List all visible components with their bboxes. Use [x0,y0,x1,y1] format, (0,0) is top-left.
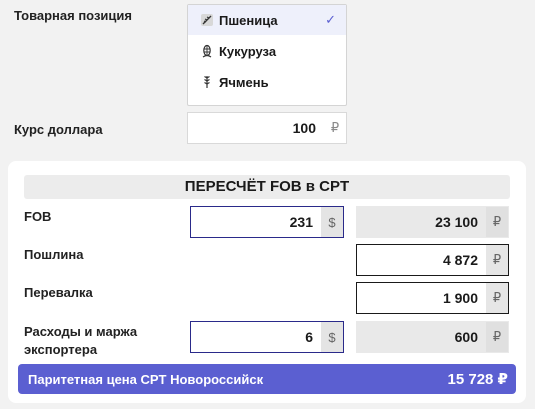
commodity-option-corn[interactable]: Кукуруза [188,36,346,66]
margin-rub-output: 600 ₽ [356,321,509,353]
margin-input-value: 6 [305,329,313,345]
barley-icon [200,75,214,89]
currency-rub-label: ₽ [486,322,508,352]
recalc-title: ПЕРЕСЧЁТ FOB в CPT [24,175,510,199]
corn-icon [200,44,214,58]
transshipment-value: 1 900 [442,290,478,306]
fob-input-value: 231 [289,214,313,230]
commodity-option-wheat[interactable]: Пшеница ✓ [188,5,346,35]
commodity-label: Товарная позиция [14,8,132,23]
currency-usd-label: $ [321,207,343,237]
transshipment-label: Перевалка [24,285,93,300]
commodity-option-barley[interactable]: Ячмень [188,67,346,97]
currency-usd-label: $ [321,322,343,352]
duty-label: Пошлина [24,247,84,262]
parity-price-value: 15 728 ₽ [447,371,508,388]
margin-label-line1: Расходы и маржа [24,324,138,339]
exchange-rate-label: Курс доллара [14,122,103,137]
margin-input[interactable]: 6 $ [190,321,344,353]
commodity-option-label: Пшеница [219,12,278,28]
check-icon: ✓ [325,12,336,27]
commodity-dropdown[interactable]: Пшеница ✓ Кукуруза Ячмень [187,4,347,106]
fob-rub-value: 23 100 [435,214,478,230]
commodity-option-label: Кукуруза [219,43,277,59]
fob-input[interactable]: 231 $ [190,206,344,238]
transshipment-output[interactable]: 1 900 ₽ [356,282,509,314]
currency-rub-label: ₽ [486,283,508,313]
margin-label-line2: экспортера [24,342,98,357]
currency-rub-label: ₽ [330,120,340,135]
exchange-rate-input[interactable]: 100 ₽ [187,112,347,144]
duty-value: 4 872 [442,252,478,268]
fob-label: FOB [24,209,52,224]
exchange-rate-value: 100 [292,120,316,136]
fob-rub-output: 23 100 ₽ [356,206,509,238]
currency-rub-label: ₽ [486,207,508,237]
parity-price-label: Паритетная цена CPT Новороссийск [28,371,264,387]
duty-output[interactable]: 4 872 ₽ [356,244,509,276]
parity-price-bar: Паритетная цена CPT Новороссийск 15 728 … [18,364,516,394]
wheat-icon [200,13,214,27]
commodity-option-label: Ячмень [219,74,269,90]
margin-rub-value: 600 [454,329,478,345]
currency-rub-label: ₽ [486,245,508,275]
